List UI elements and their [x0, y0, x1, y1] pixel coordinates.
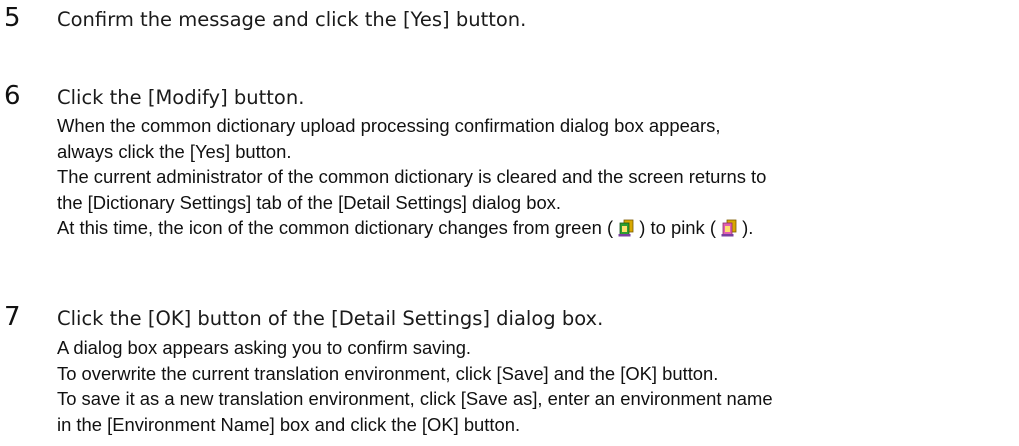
description-line: always click the [Yes] button. [57, 140, 292, 162]
step-number: 5 [4, 3, 21, 33]
step-description: A dialog box appears asking you to confi… [57, 335, 1015, 437]
description-line: When the common dictionary upload proces… [57, 115, 721, 136]
description-line: To overwrite the current translation env… [57, 362, 719, 384]
step-title: Click the [Modify] button. [57, 86, 305, 109]
icon-line-text-1: At this time, the icon of the common dic… [57, 217, 619, 238]
icon-change-line: At this time, the icon of the common dic… [57, 215, 1015, 241]
step-number: 7 [4, 302, 21, 332]
icon-line-text-2: ) to pink ( [634, 217, 722, 238]
step-description: When the common dictionary upload proces… [57, 113, 1015, 241]
dictionary-green-icon [618, 219, 634, 237]
description-line: A dialog box appears asking you to confi… [57, 337, 472, 358]
dictionary-pink-icon [721, 219, 737, 237]
description-line: To save it as a new translation environm… [57, 388, 773, 409]
description-line: the [Dictionary Settings] tab of the [De… [57, 191, 561, 213]
step-title: Click the [OK] button of the [Detail Set… [57, 307, 604, 330]
step-number: 6 [4, 81, 21, 111]
description-line: The current administrator of the common … [57, 166, 767, 187]
step-title: Confirm the message and click the [Yes] … [57, 8, 527, 31]
icon-line-text-3: ). [737, 217, 754, 238]
description-line: in the [Environment Name] box and click … [57, 413, 521, 435]
